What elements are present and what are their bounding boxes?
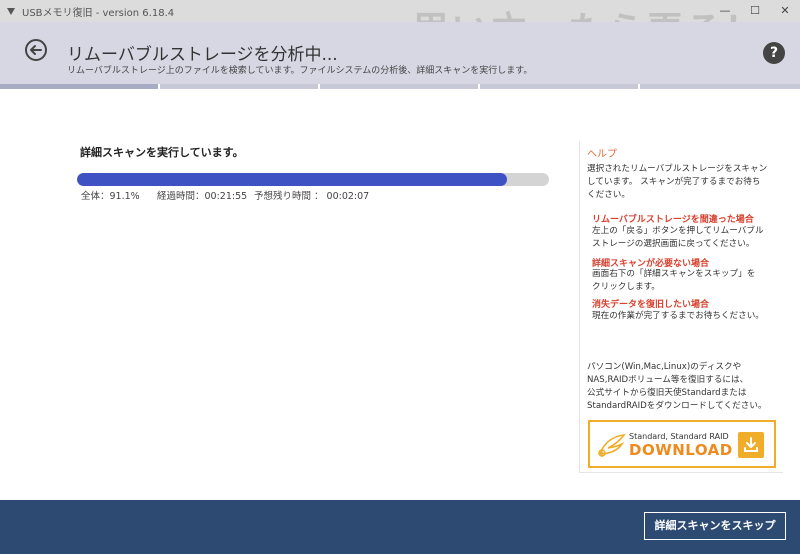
step-active-segment [0, 84, 158, 89]
download-arrow-icon [744, 437, 758, 452]
help-button[interactable]: ? [763, 42, 785, 64]
help-section-line: ストレージの選択画面に戻ってください。 [592, 239, 755, 249]
scan-progress-fill [77, 173, 507, 186]
download-label: DOWNLOAD [629, 441, 733, 459]
scan-status-text: 詳細スキャンを実行しています。 [80, 146, 244, 159]
page-title: リムーバブルストレージを分析中... [67, 45, 338, 65]
back-button[interactable] [25, 39, 47, 61]
page-subtitle: リムーバブルストレージ上のファイルを検索しています。ファイルシステムの分析後、詳… [67, 66, 533, 76]
download-product-names: Standard, Standard RAID [629, 432, 729, 441]
help-intro-line: ください。 [587, 190, 630, 200]
remaining-time: 予想残り時間 ： 00:02:07 [254, 191, 370, 202]
arrow-left-icon [30, 45, 42, 55]
help-section-line: 現在の作業が完了するまでお待ちください。 [592, 311, 764, 321]
window-title: USBメモリ復旧 - version 6.18.4 [22, 8, 175, 19]
angel-wing-icon [598, 434, 626, 457]
download-icon[interactable] [738, 432, 764, 458]
help-section-line: クリックします。 [592, 282, 660, 292]
minimize-button[interactable]: — [710, 0, 740, 22]
elapsed-time: 経過時間：00:21:55 [157, 191, 248, 202]
promo-line: StandardRAIDをダウンロードしてください。 [587, 401, 767, 411]
scan-progress-bar [77, 173, 549, 186]
app-logo-icon [7, 8, 15, 15]
step-separator [638, 84, 640, 89]
promo-line: NAS,RAIDボリューム等を復旧するには、 [587, 375, 749, 385]
promo-line: 公式サイトから復旧天使Standardまたは [587, 388, 747, 398]
total-percent: 全体：91.1% [81, 191, 140, 202]
help-section-line: 画面右下の「詳細スキャンをスキップ」を [592, 269, 756, 279]
step-separator [318, 84, 320, 89]
maximize-button[interactable]: ☐ [740, 0, 770, 22]
help-heading: ヘルプ [587, 149, 617, 160]
help-intro-line: 選択されたリムーバブルストレージをスキャン [587, 164, 768, 174]
help-section-title: 消失データを復旧したい場合 [592, 300, 710, 310]
promo-line: パソコン(Win,Mac,Linux)のディスクや [587, 362, 742, 372]
step-separator [478, 84, 480, 89]
skip-scan-button[interactable]: 詳細スキャンをスキップ [644, 512, 786, 540]
step-separator [158, 84, 160, 89]
help-section-title: リムーバブルストレージを間違った場合 [592, 215, 754, 225]
help-intro-line: しています。 スキャンが完了するまでお待ち [587, 177, 761, 187]
close-button[interactable]: ✕ [770, 0, 800, 22]
help-section-line: 左上の「戻る」ボタンを押してリムーバブル [592, 226, 764, 236]
